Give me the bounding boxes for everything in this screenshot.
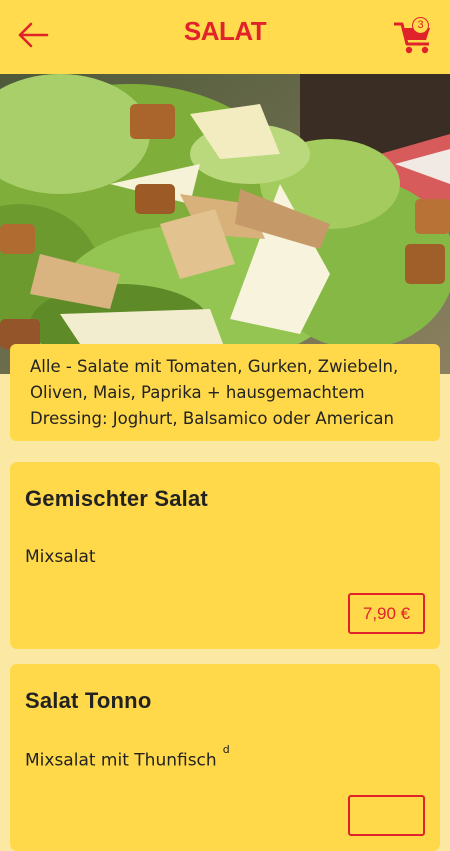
item-description-text: Mixsalat <box>25 547 96 567</box>
salad-info-card: Alle - Salate mit Tomaten, Gurken, Zwieb… <box>10 344 440 441</box>
item-description: Mixsalat mit Thunfisch d <box>25 743 230 771</box>
add-to-cart-price-button[interactable] <box>348 795 425 836</box>
info-line: Oliven, Mais, Paprika + hausgemachtem <box>30 383 365 402</box>
salad-photo <box>0 74 450 374</box>
info-line: Alle - Salate mit Tomaten, Gurken, Zwieb… <box>30 357 399 376</box>
page-title: SALAT <box>183 16 267 46</box>
add-to-cart-price-button[interactable]: 7,90 € <box>348 593 425 634</box>
item-description-text: Mixsalat mit Thunfisch <box>25 750 217 771</box>
cart-count-badge: 3 <box>412 17 429 34</box>
menu-item-card[interactable]: Gemischter Salat Mixsalat 7,90 € <box>10 462 440 649</box>
info-line: Dressing: Joghurt, Balsamico oder Americ… <box>30 409 394 428</box>
item-description: Mixsalat <box>25 547 96 567</box>
app-header: SALAT 3 <box>0 0 450 74</box>
item-name: Salat Tonno <box>25 688 152 713</box>
allergen-note: d <box>222 743 230 756</box>
menu-item-card[interactable]: Salat Tonno Mixsalat mit Thunfisch d <box>10 664 440 851</box>
item-name: Gemischter Salat <box>25 486 208 511</box>
